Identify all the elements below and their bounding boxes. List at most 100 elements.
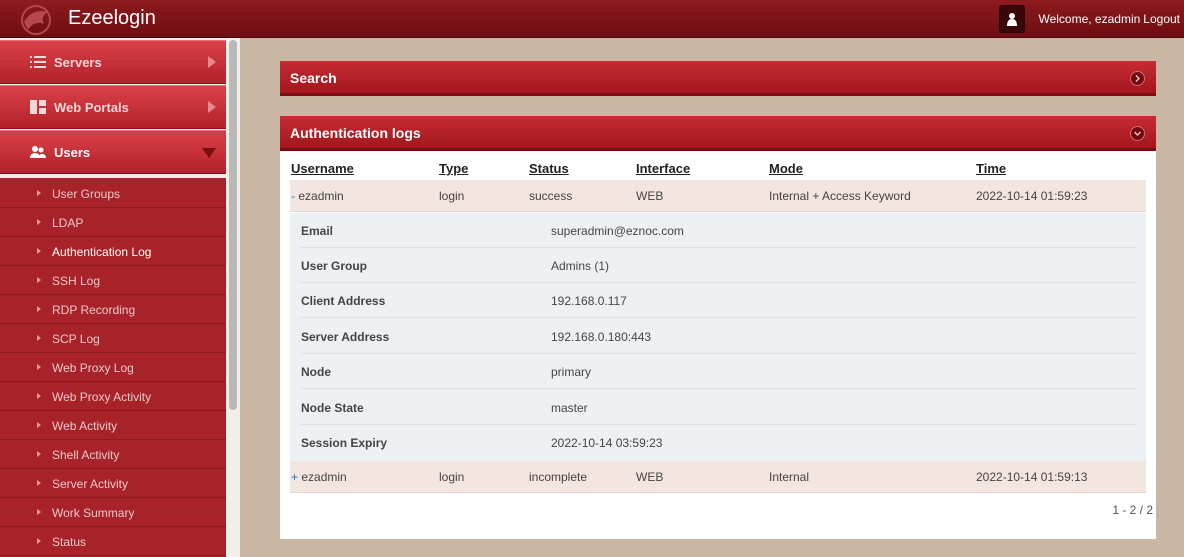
bullet-icon [37, 335, 41, 341]
detail-row: Session Expiry 2022-10-14 03:59:23 [300, 425, 1136, 460]
detail-value: primary [551, 365, 592, 379]
bullet-icon [37, 277, 41, 283]
sidebar-item-servers[interactable]: Servers [0, 40, 226, 84]
sidebar-item-label: Web Portals [54, 100, 129, 115]
submenu-item-server-activity[interactable]: Server Activity [0, 469, 226, 498]
detail-value: Admins (1) [551, 259, 610, 273]
submenu-item-user-groups[interactable]: User Groups [0, 179, 226, 208]
sidebar-item-web-portals[interactable]: Web Portals [0, 85, 226, 129]
cell-interface: WEB [636, 470, 664, 484]
logout-link[interactable]: Logout [1143, 12, 1180, 26]
collapse-icon[interactable] [1130, 126, 1145, 141]
bullet-icon [37, 509, 41, 515]
detail-key: User Group [301, 259, 368, 273]
detail-row: Client Address 192.168.0.117 [300, 283, 1136, 318]
search-panel-title: Search [290, 70, 337, 86]
submenu-item-shell-activity[interactable]: Shell Activity [0, 440, 226, 469]
submenu-item-ssh-log[interactable]: SSH Log [0, 266, 226, 295]
app-title: Ezeelogin [68, 7, 156, 29]
submenu-label: Shell Activity [52, 448, 120, 462]
detail-key: Client Address [301, 294, 386, 308]
detail-row: Node State master [300, 390, 1136, 425]
detail-key: Email [301, 224, 334, 238]
detail-value: 192.168.0.180:443 [551, 330, 652, 344]
column-header-time[interactable]: Time [976, 161, 1006, 176]
detail-value: 192.168.0.117 [551, 294, 627, 308]
submenu-label: Server Activity [52, 477, 129, 491]
logo-icon [21, 5, 51, 35]
dashboard-icon [30, 100, 46, 114]
bullet-icon [37, 248, 41, 254]
collapse-row-toggle[interactable]: - [291, 189, 295, 203]
detail-value: 2022-10-14 03:59:23 [551, 436, 663, 450]
table-row[interactable]: + ezadmin login incomplete WEB Internal … [290, 461, 1146, 493]
detail-value: master [551, 401, 588, 415]
cell-type: login [439, 189, 465, 203]
submenu-item-authentication-log[interactable]: Authentication Log [0, 237, 226, 266]
auth-log-table: Username Type Status Interface Mode Time… [280, 151, 1156, 539]
column-header-type[interactable]: Type [439, 161, 468, 176]
bullet-icon [37, 219, 41, 225]
cell-mode: Internal + Access Keyword [769, 189, 911, 203]
auth-panel-header[interactable]: Authentication logs [280, 116, 1156, 151]
submenu-label: SCP Log [52, 332, 100, 346]
column-header-mode[interactable]: Mode [769, 161, 803, 176]
column-header-status[interactable]: Status [529, 161, 569, 176]
cell-status: incomplete [529, 470, 588, 484]
submenu-label: Web Proxy Log [52, 361, 134, 375]
cell-interface: WEB [636, 189, 664, 203]
cell-username: ezadmin [298, 189, 344, 203]
user-avatar-icon[interactable] [999, 5, 1026, 33]
detail-key: Node [301, 365, 331, 379]
submenu-label: Authentication Log [52, 245, 152, 259]
expand-icon[interactable] [1130, 71, 1145, 86]
chevron-down-icon [202, 148, 216, 158]
sidebar: Servers Web Portals Users User Groups LD… [0, 38, 240, 557]
chevron-right-icon [208, 101, 216, 113]
submenu-item-work-summary[interactable]: Work Summary [0, 498, 226, 527]
submenu-item-status[interactable]: Status [0, 527, 226, 556]
detail-key: Node State [301, 401, 364, 415]
submenu-item-scp-log[interactable]: SCP Log [0, 324, 226, 353]
submenu-item-rdp-recording[interactable]: RDP Recording [0, 295, 226, 324]
bullet-icon [37, 190, 41, 196]
bullet-icon [37, 422, 41, 428]
cell-time: 2022-10-14 01:59:23 [976, 189, 1088, 203]
submenu-item-web-proxy-log[interactable]: Web Proxy Log [0, 353, 226, 382]
detail-row: Server Address 192.168.0.180:443 [300, 319, 1136, 354]
top-bar: Ezeelogin Welcome, ezadmin Logout [0, 0, 1184, 38]
submenu-item-web-proxy-activity[interactable]: Web Proxy Activity [0, 382, 226, 411]
cell-status: success [529, 189, 573, 203]
submenu-label: Status [52, 535, 87, 549]
bullet-icon [37, 393, 41, 399]
sidebar-scrollbar[interactable] [229, 40, 237, 410]
search-panel-header[interactable]: Search [280, 61, 1156, 96]
submenu-label: Web Activity [52, 419, 118, 433]
bullet-icon [37, 480, 41, 486]
cell-username: ezadmin [301, 470, 347, 484]
expand-row-toggle[interactable]: + [291, 470, 298, 484]
submenu-label: User Groups [52, 187, 121, 201]
pagination-info: 1 - 2 / 2 [1112, 503, 1153, 517]
users-icon [30, 146, 46, 158]
cell-time: 2022-10-14 01:59:13 [976, 470, 1088, 484]
sidebar-item-label: Servers [54, 55, 102, 70]
bullet-icon [37, 364, 41, 370]
sidebar-item-label: Users [54, 145, 91, 160]
sidebar-item-users[interactable]: Users [0, 130, 226, 174]
submenu-item-ldap[interactable]: LDAP [0, 208, 226, 237]
column-header-interface[interactable]: Interface [636, 161, 690, 176]
welcome-text: Welcome, ezadmin [1038, 12, 1141, 26]
table-row[interactable]: - ezadmin login success WEB Internal + A… [290, 180, 1146, 212]
submenu-label: Work Summary [52, 506, 135, 520]
detail-value: superadmin@eznoc.com [551, 224, 684, 238]
user-area: Welcome, ezadmin Logout [999, 0, 1184, 38]
submenu-label: RDP Recording [52, 303, 136, 317]
bullet-icon [37, 306, 41, 312]
submenu-label: Web Proxy Activity [52, 390, 152, 404]
detail-row: Node primary [300, 354, 1136, 389]
bullet-icon [37, 451, 41, 457]
detail-key: Server Address [301, 330, 390, 344]
submenu-item-web-activity[interactable]: Web Activity [0, 411, 226, 440]
column-header-username[interactable]: Username [291, 161, 354, 176]
